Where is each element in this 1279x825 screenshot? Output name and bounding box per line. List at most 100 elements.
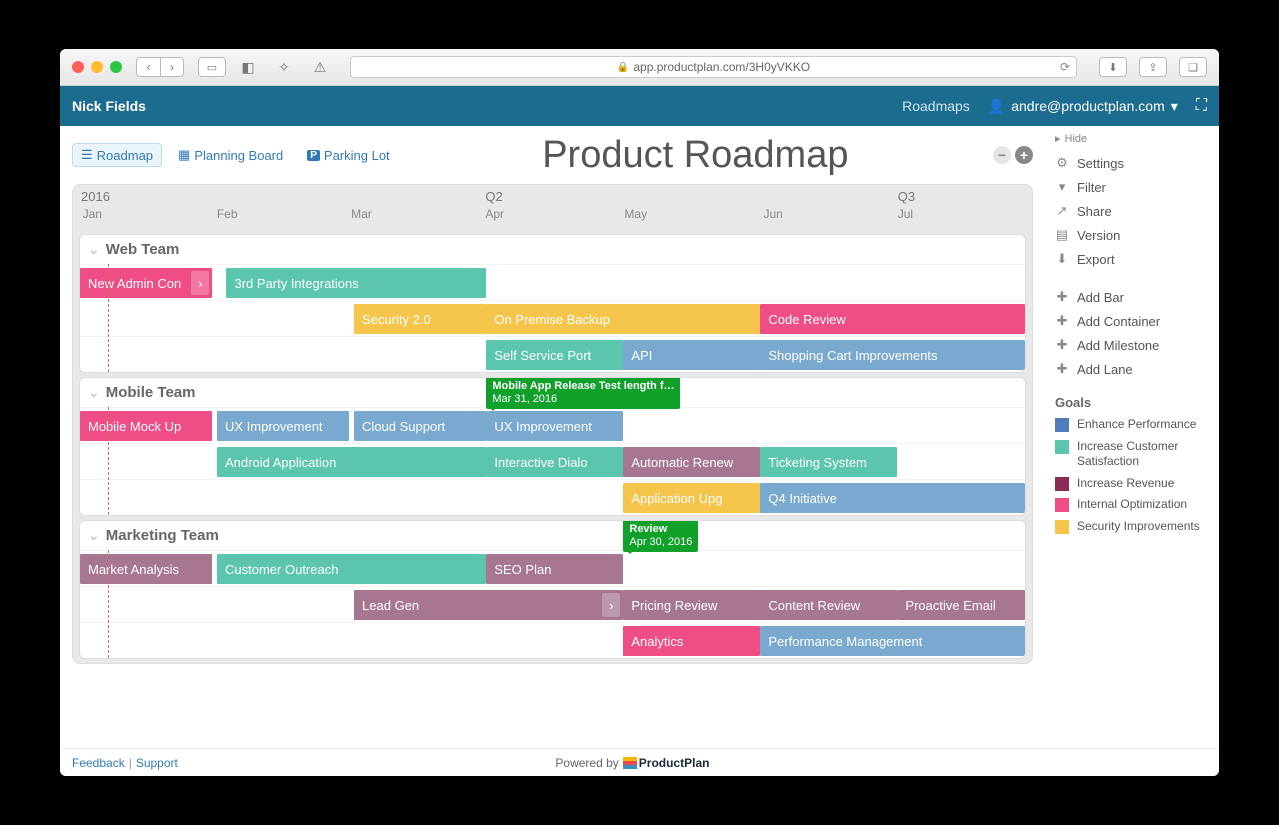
add-container-button[interactable]: ✚Add Container [1055, 309, 1209, 333]
chevron-right-icon[interactable]: › [602, 593, 620, 617]
milestone[interactable]: ReviewApr 30, 2016 [623, 520, 698, 552]
timeline-bar[interactable]: 3rd Party Integrations [226, 268, 486, 298]
productplan-logo: ProductPlan [623, 756, 710, 770]
timeline-bar[interactable]: Ticketing System [760, 447, 897, 477]
support-link[interactable]: Support [136, 756, 178, 770]
timeline-bar[interactable]: Market Analysis [80, 554, 212, 584]
timeline-row: Application UpgQ4 Initiative [80, 479, 1025, 515]
settings-button[interactable]: ⚙Settings [1055, 151, 1209, 175]
timeline-bar[interactable]: Code Review [760, 304, 1025, 334]
today-line [108, 407, 109, 515]
lane-title: Mobile Team [106, 384, 196, 401]
roadmaps-link[interactable]: Roadmaps [902, 98, 970, 114]
content-area: ☰ Roadmap ▦ Planning Board P Parking Lot… [60, 126, 1219, 748]
goal-item[interactable]: Internal Optimization [1055, 494, 1209, 516]
plus-icon: ✚ [1055, 289, 1069, 305]
export-button[interactable]: ⬇Export [1055, 247, 1209, 271]
lane-header[interactable]: ⌄Web Team [80, 235, 1025, 264]
hide-sidebar-button[interactable]: ▸ Hide [1055, 132, 1209, 145]
timeline-bar[interactable]: Proactive Email [897, 590, 1025, 620]
roadmap-icon: ☰ [81, 147, 93, 163]
timeline-bar[interactable]: Mobile Mock Up [80, 411, 212, 441]
zoom-out-button[interactable]: − [993, 146, 1011, 164]
tab-planning-board[interactable]: ▦ Planning Board [170, 143, 291, 167]
maximize-window-button[interactable] [110, 61, 122, 73]
tab-parking-label: Parking Lot [324, 148, 390, 163]
reload-icon[interactable]: ⟳ [1060, 60, 1070, 74]
traffic-lights [72, 61, 122, 73]
version-label: Version [1077, 228, 1120, 243]
feedback-link[interactable]: Feedback [72, 756, 125, 770]
version-button[interactable]: ▤Version [1055, 223, 1209, 247]
tab-planning-label: Planning Board [194, 148, 283, 163]
page-title: Product Roadmap [398, 134, 993, 177]
timeline-row: Self Service PortAPIShopping Cart Improv… [80, 336, 1025, 372]
lane-header[interactable]: ⌄Marketing Team [80, 521, 1025, 550]
timeline-bar[interactable]: Q4 Initiative [760, 483, 1025, 513]
timeline-bar[interactable]: New Admin Con› [80, 268, 212, 298]
timeline-bar[interactable]: Pricing Review [623, 590, 760, 620]
fullscreen-icon[interactable]: ⛶ [1196, 97, 1207, 115]
browser-chrome: ‹ › ▭ ◧ ✧ ⚠ 🔒 app.productplan.com/3H0yVK… [60, 49, 1219, 86]
warning-icon[interactable]: ⚠ [306, 57, 334, 77]
close-window-button[interactable] [72, 61, 84, 73]
account-menu[interactable]: 👤 andre@productplan.com ▾ [988, 98, 1178, 115]
footer: Feedback | Support Powered by ProductPla… [60, 748, 1219, 776]
timeline-bar[interactable]: Application Upg [623, 483, 760, 513]
tab-roadmap[interactable]: ☰ Roadmap [72, 143, 162, 167]
timeline-bar[interactable]: Cloud Support [354, 411, 486, 441]
timeline-bar[interactable]: UX Improvement [486, 411, 623, 441]
add-milestone-button[interactable]: ✚Add Milestone [1055, 333, 1209, 357]
goal-label: Internal Optimization [1077, 497, 1187, 513]
parking-icon: P [307, 150, 320, 161]
timeline-bar[interactable]: On Premise Backup [486, 304, 760, 334]
milestone[interactable]: Mobile App Release Test length f…Mar 31,… [486, 377, 680, 409]
timeline-bar[interactable]: Automatic Renew [623, 447, 760, 477]
filter-button[interactable]: ▾Filter [1055, 175, 1209, 199]
download-button[interactable]: ⬇ [1099, 57, 1127, 77]
goal-item[interactable]: Increase Revenue [1055, 473, 1209, 495]
lane-container: ⌄Mobile TeamMobile App Release Test leng… [79, 377, 1026, 516]
add-bar-button[interactable]: ✚Add Bar [1055, 285, 1209, 309]
goal-item[interactable]: Enhance Performance [1055, 414, 1209, 436]
goal-item[interactable]: Increase Customer Satisfaction [1055, 436, 1209, 473]
zoom-in-button[interactable]: + [1015, 146, 1033, 164]
lane-title: Marketing Team [106, 527, 219, 544]
timeline-bar[interactable]: Lead Gen› [354, 590, 623, 620]
tab-overview-button[interactable]: ▭ [198, 57, 226, 77]
timeline-bar[interactable]: Self Service Port [486, 340, 623, 370]
plus-icon: ✚ [1055, 337, 1069, 353]
tab-parking-lot[interactable]: P Parking Lot [299, 143, 397, 167]
timeline-bar[interactable]: Android Application [217, 447, 486, 477]
month-may: May [624, 207, 647, 221]
sidebar: ▸ Hide ⚙Settings ▾Filter ↗Share ▤Version… [1045, 126, 1219, 748]
timeline-row: Android ApplicationInteractive DialoAuto… [80, 443, 1025, 479]
chevron-right-icon[interactable]: › [191, 271, 209, 295]
timeline-bar[interactable]: Security 2.0 [354, 304, 486, 334]
back-button[interactable]: ‹ [136, 57, 160, 77]
timeline-bar[interactable]: SEO Plan [486, 554, 623, 584]
share-button[interactable]: ↗Share [1055, 199, 1209, 223]
timeline-bar[interactable]: UX Improvement [217, 411, 349, 441]
goal-label: Enhance Performance [1077, 417, 1196, 433]
add-lane-button[interactable]: ✚Add Lane [1055, 357, 1209, 381]
timeline-bar[interactable]: Customer Outreach [217, 554, 486, 584]
timeline-bar[interactable]: Analytics [623, 626, 760, 656]
timeline-bar[interactable]: Interactive Dialo [486, 447, 623, 477]
reader-icon[interactable]: ◧ [234, 57, 262, 77]
tabs-button[interactable]: ❏ [1179, 57, 1207, 77]
url-bar[interactable]: 🔒 app.productplan.com/3H0yVKKO ⟳ [350, 56, 1077, 78]
share-button[interactable]: ⇪ [1139, 57, 1167, 77]
timeline-bar[interactable]: API [623, 340, 760, 370]
goal-label: Increase Revenue [1077, 476, 1174, 492]
timeline-bar[interactable]: Shopping Cart Improvements [760, 340, 1025, 370]
goal-item[interactable]: Security Improvements [1055, 516, 1209, 538]
logo-stripes-icon [623, 757, 637, 769]
wand-icon[interactable]: ✧ [270, 57, 298, 77]
forward-button[interactable]: › [160, 57, 184, 77]
timeline-bar[interactable]: Performance Management [760, 626, 1025, 656]
lane-rows: Market AnalysisCustomer OutreachSEO Plan… [80, 550, 1025, 658]
share-label: Share [1077, 204, 1112, 219]
timeline-bar[interactable]: Content Review [760, 590, 897, 620]
minimize-window-button[interactable] [91, 61, 103, 73]
